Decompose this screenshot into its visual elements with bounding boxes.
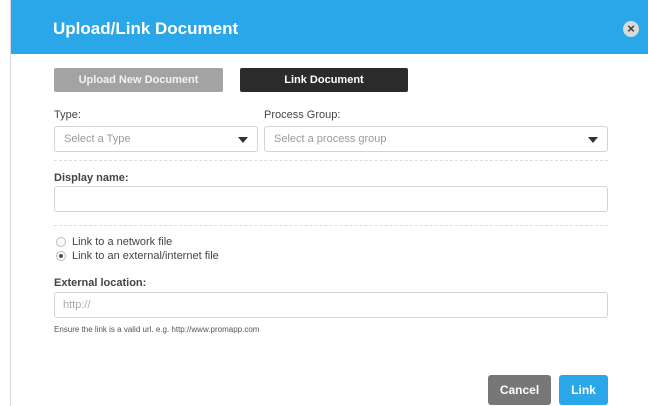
link-button[interactable]: Link xyxy=(559,375,608,405)
display-name-label: Display name: xyxy=(54,172,129,184)
chevron-down-icon xyxy=(238,137,248,143)
url-hint-text: Ensure the link is a valid url. e.g. htt… xyxy=(54,325,260,334)
tab-link-document[interactable]: Link Document xyxy=(240,68,408,92)
upload-link-dialog: Upload/Link Document × Upload New Docume… xyxy=(11,0,648,406)
type-select[interactable]: Select a Type xyxy=(54,126,258,152)
type-select-placeholder: Select a Type xyxy=(64,133,131,145)
process-group-select-placeholder: Select a process group xyxy=(274,133,387,145)
cancel-button[interactable]: Cancel xyxy=(488,375,551,405)
process-group-label: Process Group: xyxy=(264,109,341,121)
chevron-down-icon xyxy=(588,137,598,143)
type-label: Type: xyxy=(54,109,81,121)
dialog-header: Upload/Link Document × xyxy=(11,0,648,54)
radio-selected-dot xyxy=(59,254,63,258)
display-name-input[interactable] xyxy=(54,186,608,212)
external-location-input[interactable] xyxy=(54,292,608,318)
process-group-select[interactable]: Select a process group xyxy=(264,126,608,152)
radio-button[interactable] xyxy=(56,237,66,247)
dialog-title: Upload/Link Document xyxy=(53,19,239,38)
section-divider xyxy=(54,225,608,226)
radio-label: Link to an external/internet file xyxy=(72,250,219,262)
section-divider xyxy=(54,160,608,161)
tab-upload-new-document[interactable]: Upload New Document xyxy=(54,68,223,92)
external-location-label: External location: xyxy=(54,277,147,289)
close-icon[interactable]: × xyxy=(623,21,639,37)
radio-button[interactable] xyxy=(56,251,66,261)
radio-label: Link to a network file xyxy=(72,236,173,248)
